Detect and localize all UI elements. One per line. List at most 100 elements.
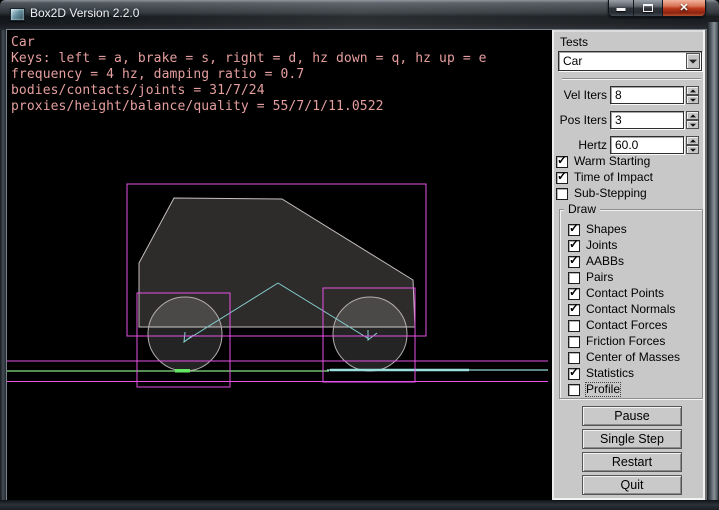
aabbs-label: AABBs [586, 255, 624, 268]
checkbox-row-contact-forces[interactable]: ✓ Contact Forces [568, 319, 667, 332]
hertz-row: Hertz [554, 136, 709, 154]
stats-line: bodies/contacts/joints = 31/7/24 [11, 83, 487, 99]
chevron-down-icon [689, 60, 697, 64]
sub-stepping-checkbox[interactable]: ✓ [556, 188, 568, 200]
quality-line: proxies/height/balance/quality = 55/7/1/… [11, 99, 487, 115]
tests-label: Tests [560, 36, 588, 49]
contact-points-label: Contact Points [586, 287, 664, 300]
window-frame-bottom [0, 500, 719, 510]
single-step-button[interactable]: Single Step [582, 429, 682, 449]
pairs-label: Pairs [586, 271, 613, 284]
vel-iters-label: Vel Iters [554, 86, 607, 104]
sub-stepping-label: Sub-Stepping [574, 187, 647, 200]
joints-checkbox[interactable]: ✓ [568, 240, 580, 252]
simulation-canvas[interactable]: Car Keys: left = a, brake = s, right = d… [7, 30, 552, 500]
window-frame-right [707, 22, 719, 510]
quit-button[interactable]: Quit [582, 475, 682, 495]
hertz-spinner [686, 136, 699, 154]
hertz-input[interactable] [610, 136, 684, 154]
check-icon: ✓ [569, 238, 579, 250]
hertz-label: Hertz [554, 136, 607, 154]
restart-button[interactable]: Restart [582, 452, 682, 472]
tests-dropdown[interactable]: Car [558, 51, 702, 71]
check-icon: ✓ [557, 154, 567, 166]
title-bar[interactable]: Box2D Version 2.2.0 ✕ [0, 0, 719, 30]
arrow-up-icon [690, 139, 696, 142]
arrow-down-icon [690, 98, 696, 101]
joints-label: Joints [586, 239, 617, 252]
checkbox-row-contact-points[interactable]: ✓ Contact Points [568, 287, 664, 300]
spinner-down-button[interactable] [686, 120, 699, 129]
checkbox-row-warm-starting[interactable]: ✓ Warm Starting [556, 155, 650, 168]
checkbox-row-sub-stepping[interactable]: ✓ Sub-Stepping [556, 187, 647, 200]
statistics-checkbox[interactable]: ✓ [568, 368, 580, 380]
checkbox-row-joints[interactable]: ✓ Joints [568, 239, 617, 252]
aabbs-checkbox[interactable]: ✓ [568, 256, 580, 268]
spinner-down-button[interactable] [686, 95, 699, 104]
checkbox-row-pairs[interactable]: ✓ Pairs [568, 271, 613, 284]
checkbox-row-profile[interactable]: ✓ Profile [568, 383, 620, 396]
pairs-checkbox[interactable]: ✓ [568, 272, 580, 284]
center-of-masses-checkbox[interactable]: ✓ [568, 352, 580, 364]
app-icon [10, 8, 25, 21]
check-icon: ✓ [557, 170, 567, 182]
friction-forces-label: Friction Forces [586, 335, 665, 348]
spinner-up-button[interactable] [686, 111, 699, 120]
time-of-impact-checkbox[interactable]: ✓ [556, 172, 568, 184]
checkbox-row-center-of-masses[interactable]: ✓ Center of Masses [568, 351, 680, 364]
minimize-button[interactable] [609, 0, 634, 16]
control-panel: Tests Car Vel Iters Pos Iters [552, 30, 707, 500]
test-title: Car [11, 35, 487, 51]
checkbox-row-aabbs[interactable]: ✓ AABBs [568, 255, 624, 268]
caption-button-group: ✕ [608, 0, 706, 17]
pos-iters-label: Pos Iters [554, 111, 607, 129]
center-of-masses-label: Center of Masses [586, 351, 680, 364]
friction-forces-checkbox[interactable]: ✓ [568, 336, 580, 348]
client-area: Car Keys: left = a, brake = s, right = d… [7, 30, 707, 500]
keys-help-line: Keys: left = a, brake = s, right = d, hz… [11, 51, 487, 67]
contact-points-checkbox[interactable]: ✓ [568, 288, 580, 300]
maximize-icon [643, 4, 653, 12]
draw-group-legend: Draw [564, 203, 600, 216]
minimize-icon [617, 8, 626, 11]
spinner-down-button[interactable] [686, 145, 699, 154]
close-button[interactable]: ✕ [663, 0, 705, 16]
draw-group: Draw ✓ Shapes ✓ Joints ✓ AABBs ✓ Pairs [559, 209, 703, 399]
arrow-down-icon [690, 148, 696, 151]
pause-button[interactable]: Pause [582, 406, 682, 426]
frequency-line: frequency = 4 hz, damping ratio = 0.7 [11, 67, 487, 83]
tests-dropdown-value: Car [563, 52, 582, 70]
contact-forces-checkbox[interactable]: ✓ [568, 320, 580, 332]
arrow-up-icon [690, 114, 696, 117]
pos-iters-row: Pos Iters [554, 111, 709, 129]
time-of-impact-label: Time of Impact [574, 171, 653, 184]
spinner-up-button[interactable] [686, 136, 699, 145]
spinner-up-button[interactable] [686, 86, 699, 95]
contact-forces-label: Contact Forces [586, 319, 667, 332]
checkbox-row-time-of-impact[interactable]: ✓ Time of Impact [556, 171, 653, 184]
box2d-testbed-window: Box2D Version 2.2.0 ✕ Car Keys: left = a… [0, 0, 719, 510]
vel-iters-spinner [686, 86, 699, 104]
separator [562, 78, 701, 80]
tests-dropdown-button[interactable] [686, 53, 700, 69]
checkbox-row-friction-forces[interactable]: ✓ Friction Forces [568, 335, 665, 348]
contact-normals-label: Contact Normals [586, 303, 675, 316]
pos-iters-input[interactable] [610, 111, 684, 129]
pos-iters-spinner [686, 111, 699, 129]
checkbox-row-contact-normals[interactable]: ✓ Contact Normals [568, 303, 675, 316]
check-icon: ✓ [569, 222, 579, 234]
warm-starting-label: Warm Starting [574, 155, 650, 168]
profile-checkbox[interactable]: ✓ [568, 384, 580, 396]
vel-iters-input[interactable] [610, 86, 684, 104]
checkbox-row-statistics[interactable]: ✓ Statistics [568, 367, 634, 380]
vel-iters-row: Vel Iters [554, 86, 709, 104]
maximize-button[interactable] [634, 0, 663, 16]
contact-point [175, 369, 190, 373]
check-icon: ✓ [569, 254, 579, 266]
check-icon: ✓ [569, 302, 579, 314]
checkbox-row-shapes[interactable]: ✓ Shapes [568, 223, 627, 236]
warm-starting-checkbox[interactable]: ✓ [556, 156, 568, 168]
shapes-checkbox[interactable]: ✓ [568, 224, 580, 236]
check-icon: ✓ [569, 286, 579, 298]
contact-normals-checkbox[interactable]: ✓ [568, 304, 580, 316]
